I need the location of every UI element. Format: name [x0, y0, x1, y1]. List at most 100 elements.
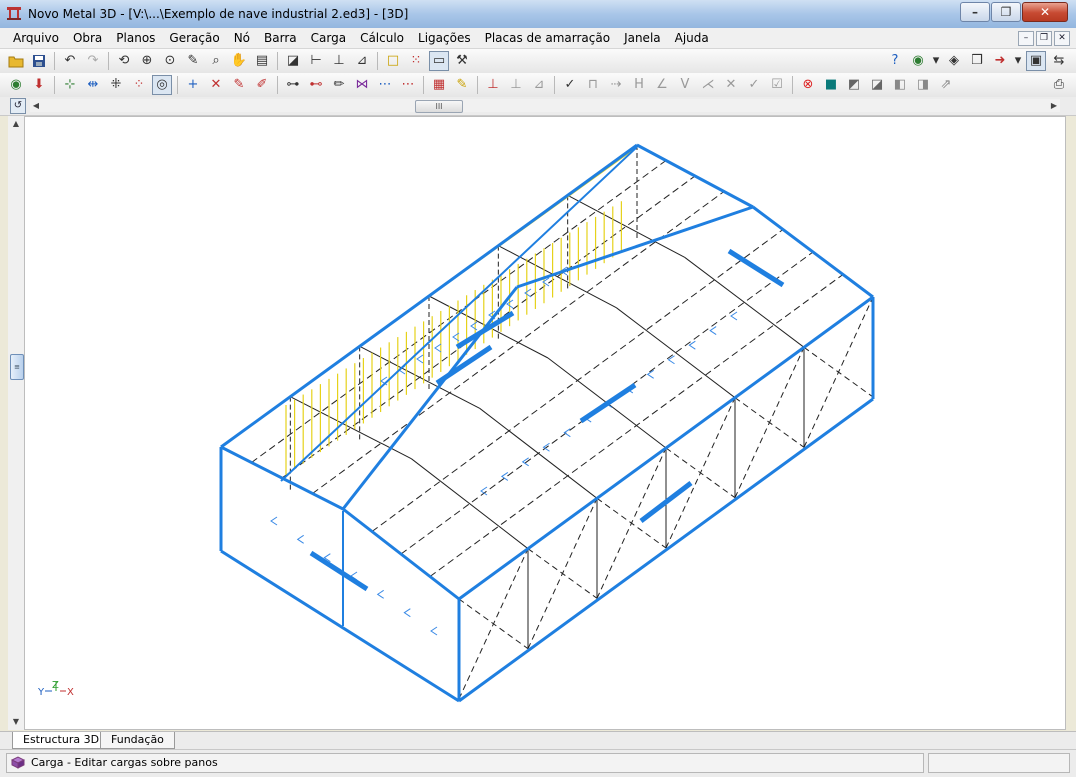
menu-item-janela[interactable]: Janela — [617, 31, 668, 45]
window-switch-icon[interactable]: ⇆ — [1049, 51, 1069, 71]
delete-node-icon[interactable]: ⁘ — [129, 75, 149, 95]
describe-bar-icon[interactable]: ✐ — [252, 75, 272, 95]
calc-check-icon[interactable]: ✓ — [560, 75, 580, 95]
arrow-icon[interactable]: ⇢ — [606, 75, 626, 95]
close-button[interactable]: ✕ — [1022, 2, 1068, 22]
map-pin-icon[interactable]: ◉ — [6, 75, 26, 95]
edit-pencil-icon[interactable]: ✎ — [183, 51, 203, 71]
mdi-minimize-button[interactable]: – — [1018, 31, 1034, 46]
menu-item-no[interactable]: Nó — [227, 31, 257, 45]
color-map-icon[interactable]: ■ — [821, 75, 841, 95]
vertical-scroll-thumb[interactable]: ≡ — [10, 354, 24, 380]
vertical-scrollbar[interactable]: ▲ ≡ ▼ — [8, 116, 24, 730]
dropdown-arrow-icon[interactable]: ▾ — [931, 51, 941, 71]
view-eye-icon[interactable]: ◎ — [152, 75, 172, 95]
import-icon[interactable]: ➜ — [990, 51, 1010, 71]
menu-item-carga[interactable]: Carga — [304, 31, 353, 45]
mdi-restore-button[interactable]: ❐ — [1036, 31, 1052, 46]
menu-item-barra[interactable]: Barra — [257, 31, 304, 45]
angle-icon[interactable]: ∠ — [652, 75, 672, 95]
menu-item-geracao[interactable]: Geração — [162, 31, 226, 45]
frame-icon[interactable]: ⊓ — [583, 75, 603, 95]
stop-icon[interactable]: ⊗ — [798, 75, 818, 95]
frame-select-icon[interactable]: □ — [383, 51, 403, 71]
profile-check-icon[interactable]: ▦ — [429, 75, 449, 95]
tab-fundacao[interactable]: Fundação — [100, 732, 175, 749]
zoom-previous-icon[interactable]: ⊙ — [160, 51, 180, 71]
package-icon[interactable]: ❒ — [967, 51, 987, 71]
load-download-icon[interactable]: ⬇ — [29, 75, 49, 95]
menu-item-planos[interactable]: Planos — [109, 31, 162, 45]
undo-icon[interactable]: ↶ — [60, 51, 80, 71]
scroll-up-icon[interactable]: ▲ — [10, 118, 22, 130]
menu-item-placas-de-amarracao[interactable]: Placas de amarração — [478, 31, 617, 45]
rotate-view-icon[interactable]: ↺ — [10, 98, 26, 114]
menu-item-obra[interactable]: Obra — [66, 31, 109, 45]
pan-hand-icon[interactable]: ✋ — [229, 51, 249, 71]
load-bar-icon[interactable]: ⊥ — [506, 75, 526, 95]
buckling-icon[interactable]: ⋈ — [352, 75, 372, 95]
bar-ungroup-icon[interactable]: ⋯ — [398, 75, 418, 95]
horizontal-scroll-thumb[interactable]: III — [415, 100, 463, 113]
layer-icon[interactable]: ◨ — [913, 75, 933, 95]
open-folder-icon[interactable] — [6, 51, 26, 71]
print-icon[interactable]: ⎙ — [1049, 75, 1069, 95]
print-view-icon[interactable]: ▤ — [252, 51, 272, 71]
cross-bracing-icon[interactable]: ✕ — [721, 75, 741, 95]
bar-group-icon[interactable]: ⋯ — [375, 75, 395, 95]
edit-bar-icon[interactable]: ✎ — [229, 75, 249, 95]
title-bar[interactable]: Novo Metal 3D - [V:\...\Exemplo de nave … — [0, 0, 1076, 29]
save-icon[interactable] — [29, 51, 49, 71]
redo-icon[interactable]: ↷ — [83, 51, 103, 71]
help-icon[interactable]: ? — [885, 51, 905, 71]
edit-panel-icon[interactable]: ◪ — [867, 75, 887, 95]
horizontal-scrollbar[interactable]: ◀ III ▶ — [30, 99, 1060, 113]
menu-item-arquivo[interactable]: Arquivo — [6, 31, 66, 45]
dimension-icon[interactable]: ⇹ — [83, 75, 103, 95]
export-icon[interactable]: ◈ — [944, 51, 964, 71]
viewport-3d[interactable]: Y Z X — [24, 116, 1066, 730]
restore-button[interactable]: ❐ — [991, 2, 1021, 22]
render-toggle-icon[interactable]: ▭ — [429, 51, 449, 71]
zoom-refresh-icon[interactable]: ⟲ — [114, 51, 134, 71]
dropdown-arrow-icon[interactable]: ▾ — [1013, 51, 1023, 71]
bar-describe-icon[interactable]: ✏ — [329, 75, 349, 95]
list-check-icon[interactable]: ☑ — [767, 75, 787, 95]
scroll-down-icon[interactable]: ▼ — [10, 716, 22, 728]
arrow-panel-icon[interactable]: ⇗ — [936, 75, 956, 95]
load-node-icon[interactable]: ⊥ — [483, 75, 503, 95]
node-grid-icon[interactable]: ⁜ — [106, 75, 126, 95]
load-panel-icon[interactable]: ⊿ — [529, 75, 549, 95]
bracing-icon[interactable]: ⋌ — [698, 75, 718, 95]
view-side-icon[interactable]: ⊿ — [352, 51, 372, 71]
new-bar-icon[interactable]: ⊶ — [283, 75, 303, 95]
view-elevation-icon[interactable]: ⊥ — [329, 51, 349, 71]
copy-panel-icon[interactable]: ◩ — [844, 75, 864, 95]
window-layout-icon[interactable]: ▣ — [1026, 51, 1046, 71]
stack-icon[interactable]: ◧ — [890, 75, 910, 95]
zoom-window-icon[interactable]: ⊕ — [137, 51, 157, 71]
menu-item-calculo[interactable]: Cálculo — [353, 31, 411, 45]
profile-edit-icon[interactable]: ✎ — [452, 75, 472, 95]
minimize-button[interactable]: – — [960, 2, 990, 22]
menu-item-ajuda[interactable]: Ajuda — [668, 31, 716, 45]
globe-icon[interactable]: ◉ — [908, 51, 928, 71]
zoom-extents-icon[interactable]: ⌕ — [206, 51, 226, 71]
mdi-close-button[interactable]: ✕ — [1054, 31, 1070, 46]
scroll-left-icon[interactable]: ◀ — [30, 99, 42, 112]
status-text: Carga - Editar cargas sobre panos — [31, 756, 218, 769]
tab-estructura-3d[interactable]: Estructura 3D — [12, 732, 111, 749]
double-check-icon[interactable]: ✓ — [744, 75, 764, 95]
view-3d-icon[interactable]: ◪ — [283, 51, 303, 71]
tools-icon[interactable]: ⚒ — [452, 51, 472, 71]
scroll-right-icon[interactable]: ▶ — [1048, 99, 1060, 112]
v-shape-icon[interactable]: V — [675, 75, 695, 95]
profile-h-icon[interactable]: H — [629, 75, 649, 95]
node-select-icon[interactable]: ⁙ — [406, 51, 426, 71]
axes-icon[interactable]: ⊹ — [60, 75, 80, 95]
menu-item-ligacoes[interactable]: Ligações — [411, 31, 478, 45]
split-bar-icon[interactable]: ⊷ — [306, 75, 326, 95]
delete-bar-icon[interactable]: ✕ — [206, 75, 226, 95]
new-node-icon[interactable]: + — [183, 75, 203, 95]
view-plan-icon[interactable]: ⊢ — [306, 51, 326, 71]
